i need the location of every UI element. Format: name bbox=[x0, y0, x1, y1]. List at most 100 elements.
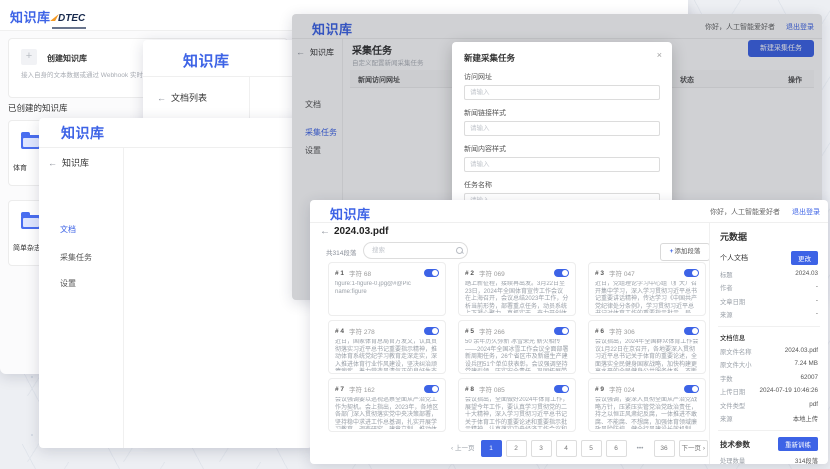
paragraph-card[interactable]: # 2字符 069 踏上新征程，接续再出发。3月22日至23日，2024年全国体… bbox=[458, 262, 576, 316]
page-button-36[interactable]: 36 bbox=[654, 440, 675, 457]
enable-toggle[interactable] bbox=[554, 385, 569, 393]
char-count: 字符 069 bbox=[479, 268, 505, 278]
document-title: 2024.03.pdf bbox=[334, 226, 388, 237]
paragraph-index: # 6 bbox=[595, 328, 604, 335]
char-count: 字符 68 bbox=[349, 268, 371, 278]
enable-toggle[interactable] bbox=[554, 269, 569, 277]
page-button-3[interactable]: 3 bbox=[531, 440, 552, 457]
window-kb-detail: 知识库 ←知识库 文档 采集任务 设置 bbox=[39, 118, 312, 448]
paragraph-count: 共314段落 bbox=[326, 247, 356, 257]
char-count: 字符 047 bbox=[609, 268, 635, 278]
meta-key: 来源 bbox=[720, 310, 733, 319]
page-button-6[interactable]: 6 bbox=[606, 440, 627, 457]
paragraph-card[interactable]: # 8字符 085 会议指出，全面做好2024年体育工作，展望今年工作，要认真学… bbox=[458, 378, 576, 432]
create-kb-title: 创建知识库 bbox=[47, 53, 87, 64]
meta-row: 原文件名称2024.03.pdf bbox=[720, 347, 818, 356]
add-paragraph-button[interactable]: +添加段落 bbox=[660, 243, 710, 261]
paragraph-card[interactable]: # 1字符 68 figure:1-figure-0.jpg@#@Pic nam… bbox=[328, 262, 446, 316]
page-button-4[interactable]: 4 bbox=[556, 440, 577, 457]
meta-row: 作者 - bbox=[720, 283, 818, 292]
enable-toggle[interactable] bbox=[684, 385, 699, 393]
meta-row: 标题2024.03 bbox=[720, 270, 818, 279]
field-label-link-style: 新闻链接样式 bbox=[464, 108, 660, 118]
paragraph-text: 会议强调，要深入贯彻全面从严治党战略方针，压紧压实管党治党政治责任，持之以恒正风… bbox=[595, 397, 699, 429]
page-button-2[interactable]: 2 bbox=[506, 440, 527, 457]
meta-key: 来源 bbox=[720, 414, 733, 423]
enable-toggle[interactable] bbox=[424, 385, 439, 393]
meta-key: 字数 bbox=[720, 374, 733, 383]
meta-value: 7.24 MB bbox=[795, 360, 818, 369]
sidebar-item-docs[interactable]: 文档 bbox=[60, 224, 76, 235]
enable-toggle[interactable] bbox=[424, 327, 439, 335]
enable-toggle[interactable] bbox=[684, 327, 699, 335]
sidebar-item-settings[interactable]: 设置 bbox=[60, 278, 76, 289]
close-icon[interactable]: × bbox=[657, 50, 662, 60]
back-kb[interactable]: ←知识库 bbox=[48, 156, 89, 169]
search-input[interactable] bbox=[363, 242, 468, 259]
paragraph-card[interactable]: # 5字符 266 50 余年历久弥新 冰雪荣光 薪火相传——2024年全国冰雪… bbox=[458, 320, 576, 374]
paragraph-text: 会议指出，全面做好2024年体育工作，展望今年工作，要认真学习贯彻党的二十大精神… bbox=[465, 397, 569, 429]
meta-key: 文件类型 bbox=[720, 401, 745, 410]
meta-value: 2024-07-19 10:46:26 bbox=[760, 387, 818, 396]
meta-value: 314段落 bbox=[795, 456, 818, 465]
app-title: 知识库 bbox=[183, 50, 230, 71]
meta-key: 原文件名称 bbox=[720, 347, 751, 356]
tech-params-title: 技术参数 bbox=[720, 439, 750, 450]
paragraph-card[interactable]: # 9字符 024 会议强调，要深入贯彻全面从严治党战略方针，压紧压实管党治党政… bbox=[588, 378, 706, 432]
prev-page-button[interactable]: ‹ 上一页 bbox=[449, 441, 476, 456]
kb-card-label: 简单杂志 bbox=[13, 243, 41, 253]
app-title: 知识库 bbox=[330, 204, 371, 223]
meta-row: 字数62007 bbox=[720, 374, 818, 383]
metadata-title: 元数据 bbox=[720, 230, 818, 243]
back-label: 文档列表 bbox=[171, 93, 207, 103]
paragraph-card[interactable]: # 4 字符 278 近日，国家体育总局官方发文，认真贯彻落实习近平总书记重要指示… bbox=[328, 320, 446, 374]
content-style-input[interactable] bbox=[464, 157, 660, 172]
back-arrow-icon: ← bbox=[48, 158, 57, 168]
divider bbox=[718, 430, 820, 431]
kb-sidebar: ←知识库 文档 采集任务 设置 bbox=[39, 148, 124, 448]
meta-key: 原文件大小 bbox=[720, 360, 751, 369]
meta-value: - bbox=[816, 310, 818, 319]
paragraph-text: figure:1-figure-0.jpg@#@Pic name:figure bbox=[335, 281, 439, 313]
url-input[interactable] bbox=[464, 85, 660, 100]
char-count: 字符 085 bbox=[479, 384, 505, 394]
modal-title: 新建采集任务 bbox=[464, 52, 660, 64]
back-arrow-icon[interactable]: ← bbox=[320, 226, 330, 237]
meta-row: 文件类型 pdf bbox=[720, 401, 818, 410]
back-arrow-icon: ← bbox=[157, 93, 166, 103]
next-page-button[interactable]: 下一页 › bbox=[679, 440, 708, 457]
paragraph-index: # 3 bbox=[595, 270, 604, 277]
folder-icon bbox=[21, 135, 41, 149]
enable-toggle[interactable] bbox=[554, 327, 569, 335]
meta-value: - bbox=[816, 283, 818, 292]
meta-value: - bbox=[816, 297, 818, 306]
logout-link[interactable]: 退出登录 bbox=[792, 207, 820, 217]
paragraph-card[interactable]: # 6字符 306 会议指出，2024年全国群众体育工作会议1月22日在京召开，… bbox=[588, 320, 706, 374]
logo-text: DTEC bbox=[58, 13, 85, 24]
enable-toggle[interactable] bbox=[684, 269, 699, 277]
link-style-input[interactable] bbox=[464, 121, 660, 136]
paragraph-card[interactable]: # 7字符 162 会议强调要以巡视巡察全面从严治党工作为契机。会上指出，202… bbox=[328, 378, 446, 432]
app-title: 知识库 bbox=[10, 7, 51, 26]
paragraph-card[interactable]: # 3字符 047 近日，党组理论学习中心组（扩大）召开集中学习，深入学习贯彻习… bbox=[588, 262, 706, 316]
change-button[interactable]: 更改 bbox=[791, 251, 818, 265]
meta-value: 2024.03 bbox=[795, 270, 818, 279]
desktop: 知识库 DTEC + 创建知识库 接入自身的文本数据或通过 Webhook 实时… bbox=[0, 0, 830, 469]
page-button-5[interactable]: 5 bbox=[581, 440, 602, 457]
meta-value: 本地上传 bbox=[793, 414, 818, 423]
paragraph-index: # 9 bbox=[595, 386, 604, 393]
meta-value: pdf bbox=[809, 401, 818, 410]
meta-key: 作者 bbox=[720, 283, 733, 292]
ellipsis-icon[interactable]: ••• bbox=[631, 441, 650, 456]
back-doc-list[interactable]: ← 文档列表 bbox=[157, 91, 207, 104]
folder-icon bbox=[21, 215, 41, 229]
char-count: 字符 278 bbox=[349, 326, 375, 336]
enable-toggle[interactable] bbox=[424, 269, 439, 277]
paragraph-text: 近日，国家体育总局官方发文，认真贯彻落实习近平总书记重要指示精神，推动体育系统党… bbox=[335, 339, 439, 371]
page-button-1[interactable]: 1 bbox=[481, 440, 502, 457]
paragraph-index: # 4 bbox=[335, 328, 344, 335]
sidebar-item-tasks[interactable]: 采集任务 bbox=[60, 252, 92, 263]
user-greeting: 你好，人工智能爱好者 bbox=[710, 207, 780, 217]
retrain-button[interactable]: 重新训练 bbox=[778, 437, 818, 451]
paragraph-text: 会议强调要以巡视巡察全面从严治党工作为契机。会上指出，2023年，各地区各部门深… bbox=[335, 397, 439, 429]
